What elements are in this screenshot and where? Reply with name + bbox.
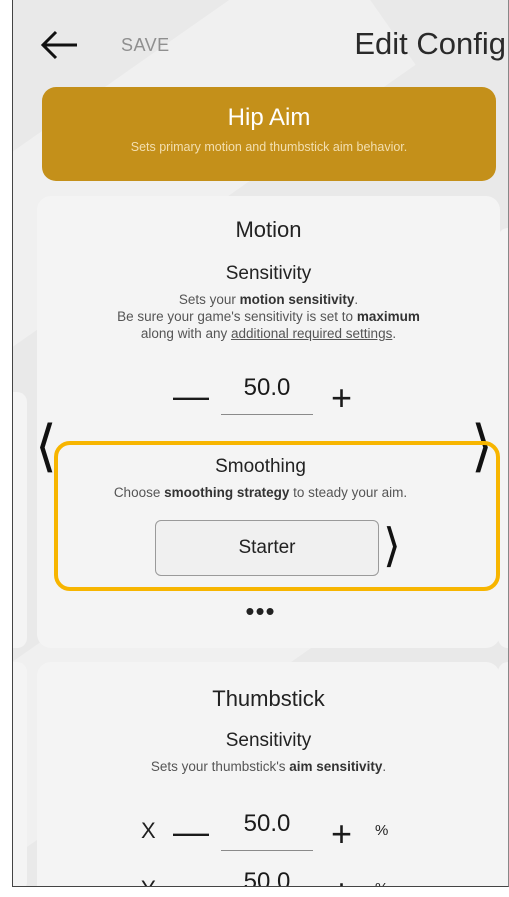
hip-aim-subtitle: Sets primary motion and thumbstick aim b… <box>130 140 408 154</box>
x-axis-label: X <box>141 818 156 843</box>
increment-button[interactable]: + <box>331 380 352 416</box>
y-unit-label: % <box>375 880 388 886</box>
app-screen: SAVE Edit Config Hip Aim Sets primary mo… <box>12 0 509 887</box>
y-sensitivity-input[interactable]: 50.0 <box>221 868 313 886</box>
smoothing-select-button[interactable]: Starter <box>155 520 379 576</box>
thumbstick-x-stepper: X — 50.0 + % <box>13 806 508 856</box>
x-increment-button[interactable]: + <box>331 816 352 852</box>
smoothing-section: Smoothing Choose smoothing strategy to s… <box>13 456 508 501</box>
thumbstick-sensitivity-title: Sensitivity <box>225 730 312 751</box>
sensitivity-description: Sets your motion sensitivity. Be sure yo… <box>117 292 420 341</box>
thumbstick-sensitivity-description: Sets your thumbstick's aim sensitivity. <box>150 759 387 774</box>
arrow-left-icon <box>40 30 77 60</box>
smoothing-description: Choose smoothing strategy to steady your… <box>113 485 408 500</box>
smoothing-title: Smoothing <box>215 456 306 477</box>
top-bar: SAVE Edit Config <box>13 0 508 86</box>
y-axis-label: Y <box>141 876 156 886</box>
sensitivity-title: Sensitivity <box>225 263 312 284</box>
x-unit-label: % <box>375 822 389 839</box>
y-increment-button[interactable]: + <box>331 874 352 887</box>
hip-aim-title: Hip Aim <box>227 104 311 131</box>
motion-sensitivity-stepper: — 50.0 + <box>13 370 508 420</box>
page-title: Edit Config <box>354 26 506 61</box>
y-decrement-button[interactable]: — <box>173 872 209 887</box>
decrement-button[interactable]: — <box>173 378 209 414</box>
back-button[interactable] <box>39 28 79 62</box>
motion-sensitivity-input[interactable]: 50.0 <box>221 374 313 415</box>
motion-title: Motion <box>235 217 302 242</box>
more-options-icon[interactable]: ••• <box>13 596 508 627</box>
x-sensitivity-input[interactable]: 50.0 <box>221 810 313 851</box>
x-decrement-button[interactable]: — <box>173 814 209 850</box>
additional-settings-link[interactable]: additional required settings <box>231 326 392 341</box>
save-button[interactable]: SAVE <box>121 35 170 56</box>
hip-aim-card[interactable]: Hip Aim Sets primary motion and thumbsti… <box>42 87 496 181</box>
smoothing-next-chevron-icon[interactable]: ⟩ <box>383 522 401 568</box>
thumbstick-y-stepper: Y — 50.0 + % <box>13 864 508 887</box>
thumbstick-title: Thumbstick <box>212 686 325 711</box>
